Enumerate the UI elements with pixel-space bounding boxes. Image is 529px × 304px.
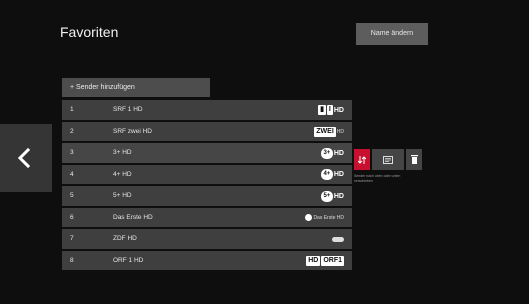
- channel-number: 2: [70, 127, 74, 135]
- page-title: Favoriten: [60, 24, 119, 40]
- logo-hd: HD: [336, 128, 344, 135]
- channel-name: SRF 1 HD: [113, 106, 143, 113]
- add-sender-button[interactable]: + Sender hinzufügen: [62, 78, 210, 97]
- orf1-hd-logo: HD ORF1: [306, 255, 344, 267]
- zdf-hd-logo: [332, 233, 344, 245]
- channel-number: 1: [70, 106, 74, 113]
- channel-row[interactable]: 1 SRF 1 HD ▮ I HD: [62, 100, 352, 120]
- logo-text: Das Erste HD: [313, 214, 344, 221]
- channel-name: 4+ HD: [113, 170, 132, 178]
- delete-button[interactable]: [406, 149, 422, 170]
- logo-mark: ZWEI: [314, 126, 336, 137]
- channel-row[interactable]: 4 4+ HD 4+ HD: [62, 164, 352, 184]
- channel-name: ORF 1 HD: [113, 256, 144, 264]
- channel-number: 5: [70, 192, 74, 199]
- 5plus-hd-logo: 5+ HD: [320, 190, 344, 202]
- channel-name: Das Erste HD: [113, 213, 153, 221]
- channel-number: 4: [70, 170, 74, 178]
- move-arrows-icon: [358, 155, 366, 164]
- channel-row[interactable]: 5 5+ HD 5+ HD: [62, 186, 352, 206]
- channel-row[interactable]: 7 ZDF HD: [62, 229, 352, 249]
- channel-row[interactable]: 2 SRF zwei HD ZWEI HD: [62, 121, 352, 141]
- 3plus-hd-logo: 3+ HD: [320, 147, 344, 159]
- channel-row[interactable]: 8 ORF 1 HD HD ORF1: [62, 250, 352, 270]
- move-button[interactable]: [354, 149, 370, 170]
- zdf-mark-icon: [332, 236, 344, 242]
- channel-number: 3: [70, 149, 74, 156]
- logo-hd: HD: [333, 192, 344, 200]
- channel-row[interactable]: 6 Das Erste HD Das Erste HD: [62, 207, 352, 227]
- logo-mark: I: [326, 105, 333, 115]
- logo-hd: HD: [333, 106, 344, 114]
- das-erste-dot-icon: [305, 214, 313, 221]
- back-panel[interactable]: [0, 124, 52, 192]
- logo-mark: ▮: [318, 105, 326, 115]
- logo-mark: ORF1: [321, 255, 344, 266]
- sort-icon: [383, 155, 393, 164]
- channel-name: 3+ HD: [113, 149, 132, 156]
- move-hint: Sender nach oben oder unten verschieben: [354, 174, 401, 183]
- srf1-hd-logo: ▮ I HD: [318, 104, 344, 116]
- channel-name: 5+ HD: [113, 192, 132, 199]
- channel-row-selected[interactable]: 3 3+ HD 3+ HD: [62, 143, 352, 163]
- das-erste-hd-logo: Das Erste HD: [305, 212, 344, 224]
- logo-hd: HD: [306, 255, 321, 266]
- trash-icon: [410, 155, 418, 164]
- channel-name: ZDF HD: [113, 235, 137, 242]
- channel-name: SRF zwei HD: [113, 127, 153, 135]
- 4plus-hd-logo: 4+ HD: [320, 169, 344, 181]
- chevron-left-icon: [17, 148, 31, 168]
- rename-button[interactable]: Name ändern: [356, 23, 428, 45]
- srf-zwei-hd-logo: ZWEI HD: [314, 126, 344, 138]
- sort-button[interactable]: [372, 149, 404, 170]
- channel-number: 8: [70, 256, 74, 264]
- channel-number: 6: [70, 213, 74, 221]
- logo-mark: 5+: [320, 190, 333, 202]
- channel-number: 7: [70, 235, 74, 242]
- logo-mark: 4+: [320, 169, 333, 180]
- channel-list: 1 SRF 1 HD ▮ I HD 2 SRF zwei HD ZWEI HD …: [62, 100, 352, 272]
- logo-hd: HD: [333, 171, 344, 178]
- logo-hd: HD: [333, 149, 344, 157]
- logo-mark: 3+: [320, 147, 333, 159]
